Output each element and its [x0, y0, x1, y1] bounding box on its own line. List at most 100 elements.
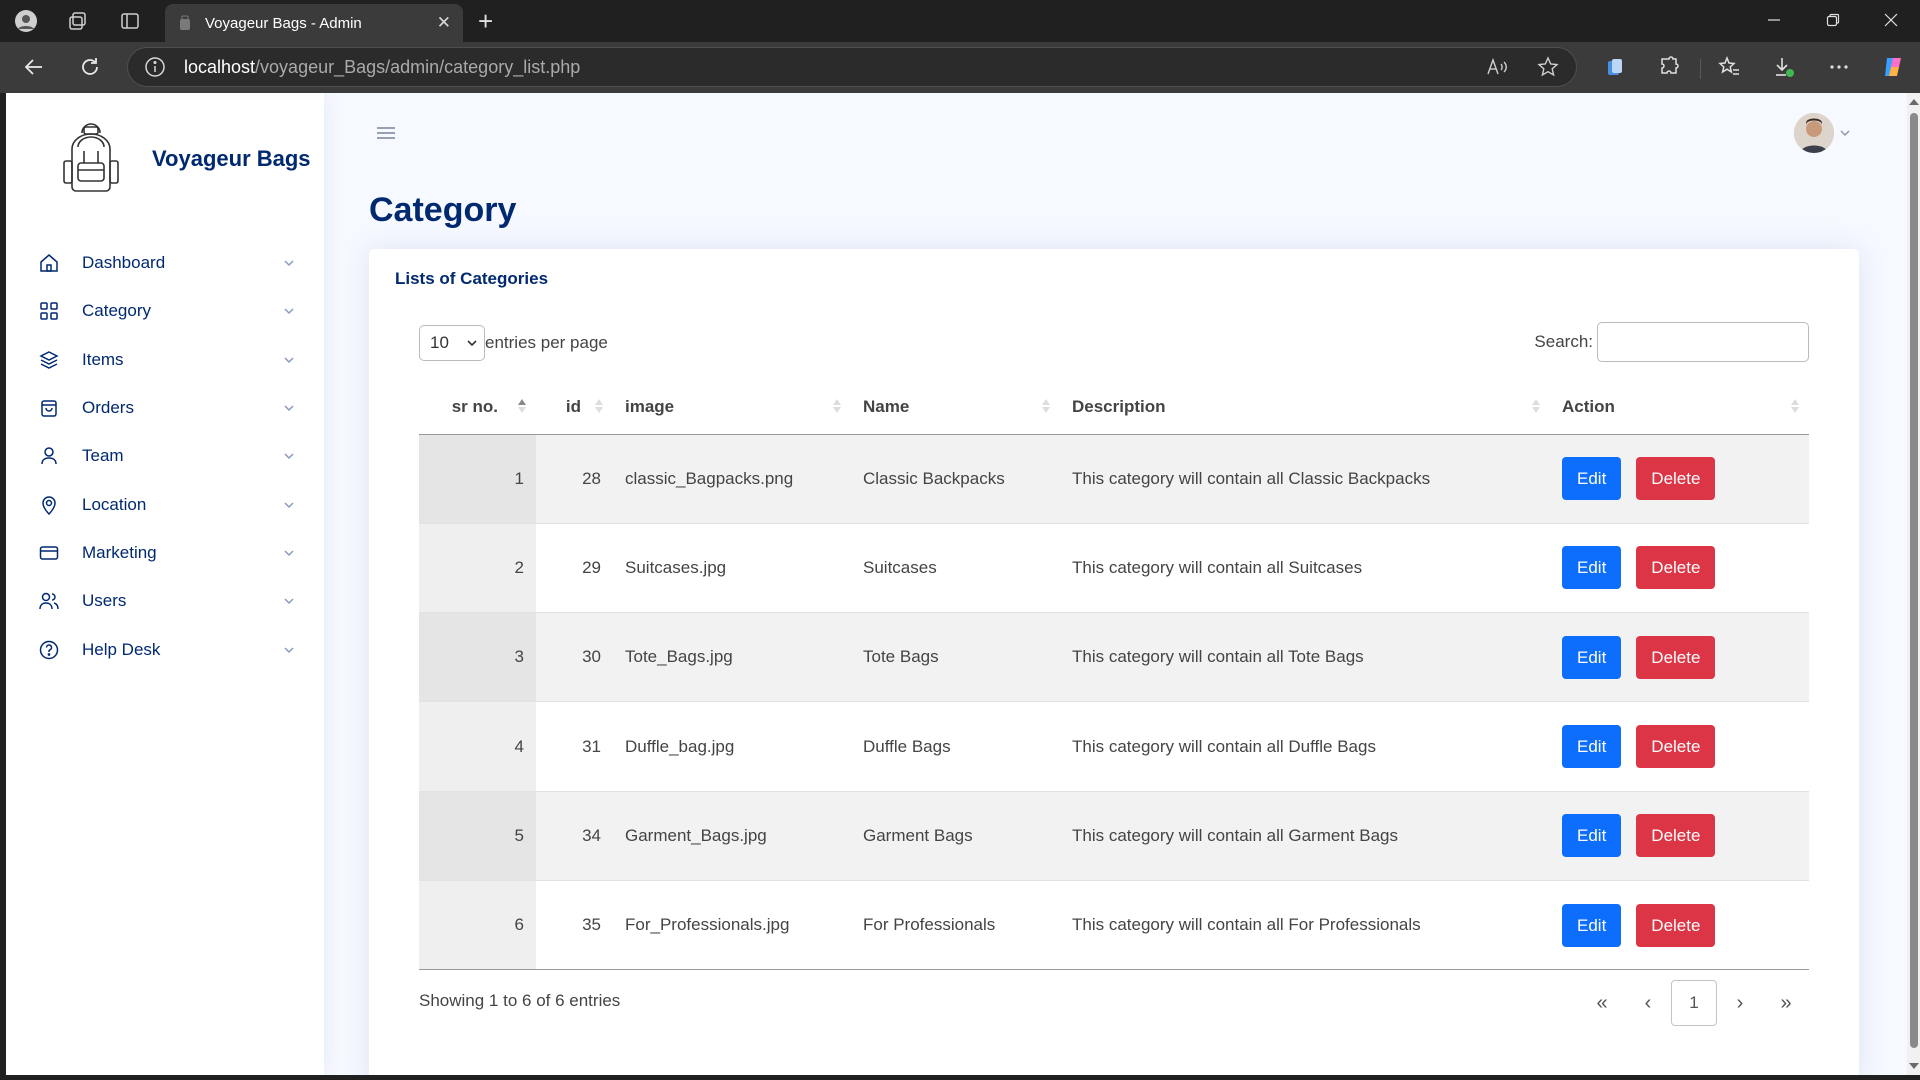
scroll-up-icon[interactable]: [1909, 99, 1919, 105]
column-header-description[interactable]: Description: [1060, 380, 1550, 435]
brand[interactable]: Voyageur Bags: [60, 123, 311, 195]
cell-description: This category will contain all Garment B…: [1060, 791, 1550, 881]
sidebar: Voyageur Bags Dashboard Category Items O…: [6, 93, 324, 1075]
sidebar-item-dashboard[interactable]: Dashboard: [28, 239, 306, 287]
cell-action: Edit Delete: [1550, 612, 1809, 703]
delete-button[interactable]: Delete: [1636, 725, 1716, 769]
house-icon: [38, 252, 60, 274]
search-input[interactable]: [1597, 322, 1809, 362]
pin-icon: [38, 494, 60, 516]
cell-description: This category will contain all Tote Bags: [1060, 612, 1550, 703]
sidebar-item-items[interactable]: Items: [28, 336, 306, 384]
cell-id: 31: [536, 701, 613, 792]
next-page-button[interactable]: ›: [1717, 980, 1763, 1026]
sidebar-item-label: Category: [82, 301, 151, 321]
favorite-star-icon[interactable]: [1536, 55, 1560, 79]
scrollbar-thumb[interactable]: [1910, 113, 1918, 1048]
chevron-down-icon: [284, 453, 294, 460]
profile-icon[interactable]: [14, 9, 38, 33]
address-bar[interactable]: localhost/voyageur_Bags/admin/category_l…: [127, 47, 1577, 87]
sidebar-item-users[interactable]: Users: [28, 577, 306, 625]
read-aloud-icon[interactable]: [1485, 55, 1509, 79]
site-info-icon[interactable]: [144, 56, 166, 78]
column-header-sr-no[interactable]: sr no.: [419, 380, 536, 435]
entries-select-value: 10: [430, 333, 449, 352]
avatar[interactable]: [1794, 113, 1834, 153]
chevron-down-icon: [284, 550, 294, 556]
layers-icon: [38, 349, 60, 371]
sidebar-item-label: Marketing: [82, 542, 157, 562]
close-window-icon[interactable]: [1881, 10, 1901, 30]
table-header-row: sr no. id image Name Description Action: [419, 380, 1809, 435]
chevron-down-icon: [284, 646, 294, 653]
delete-button[interactable]: Delete: [1636, 457, 1716, 501]
delete-button[interactable]: Delete: [1636, 546, 1716, 590]
cell-image: For_Professionals.jpg: [613, 880, 851, 971]
edit-button[interactable]: Edit: [1562, 725, 1622, 769]
edit-button[interactable]: Edit: [1562, 546, 1622, 590]
grid-icon: [38, 300, 60, 322]
column-header-id[interactable]: id: [536, 380, 613, 435]
categories-table: sr no. id image Name Description Action: [419, 380, 1809, 971]
sidebar-item-location[interactable]: Location: [28, 480, 306, 528]
more-options-icon[interactable]: [1827, 55, 1851, 79]
cell-image: Tote_Bags.jpg: [613, 612, 851, 703]
cell-image: Suitcases.jpg: [613, 523, 851, 614]
browser-tab[interactable]: Voyageur Bags - Admin ✕: [165, 4, 463, 42]
minimize-icon[interactable]: [1764, 10, 1784, 30]
edit-button[interactable]: Edit: [1562, 814, 1622, 858]
cell-id: 30: [536, 612, 613, 703]
sidebar-item-help-desk[interactable]: Help Desk: [28, 625, 306, 673]
cell-name: For Professionals: [851, 880, 1060, 971]
last-page-button[interactable]: »: [1763, 980, 1809, 1026]
sidebar-item-category[interactable]: Category: [28, 287, 306, 335]
table-row: 2 29 Suitcases.jpg Suitcases This catego…: [419, 523, 1809, 614]
profile-dropdown[interactable]: [1794, 113, 1851, 153]
chevron-down-icon: [284, 357, 294, 363]
entries-select[interactable]: 10: [419, 325, 485, 361]
page-1-button[interactable]: 1: [1671, 980, 1717, 1026]
cell-action: Edit Delete: [1550, 701, 1809, 792]
reload-icon[interactable]: [77, 54, 103, 80]
sort-icon: [833, 399, 841, 413]
favorites-icon[interactable]: [1717, 55, 1741, 79]
sort-icon: [1532, 399, 1540, 413]
column-header-action[interactable]: Action: [1550, 380, 1809, 435]
page-title: Category: [369, 191, 517, 229]
table-info: Showing 1 to 6 of 6 entries: [419, 991, 621, 1010]
edit-button[interactable]: Edit: [1562, 635, 1622, 679]
collections-icon[interactable]: [1603, 55, 1627, 79]
delete-button[interactable]: Delete: [1636, 903, 1716, 947]
tab-actions-icon[interactable]: [118, 9, 142, 33]
first-page-button[interactable]: «: [1579, 980, 1625, 1026]
sidebar-item-team[interactable]: Team: [28, 432, 306, 480]
tab-close-icon[interactable]: ✕: [437, 13, 451, 33]
chevron-down-icon: [284, 598, 294, 605]
entries-label: entries per page: [485, 333, 608, 352]
back-icon[interactable]: [21, 54, 47, 80]
column-header-image[interactable]: image: [613, 380, 851, 435]
copilot-icon[interactable]: [1881, 55, 1905, 79]
new-tab-icon[interactable]: +: [478, 8, 493, 34]
hamburger-menu-icon[interactable]: [374, 121, 398, 145]
cell-name: Tote Bags: [851, 612, 1060, 703]
restore-icon[interactable]: [1823, 10, 1843, 30]
edit-button[interactable]: Edit: [1562, 903, 1622, 947]
delete-button[interactable]: Delete: [1636, 635, 1716, 679]
cell-image: Garment_Bags.jpg: [613, 791, 851, 881]
cell-description: This category will contain all Classic B…: [1060, 434, 1550, 524]
sidebar-item-marketing[interactable]: Marketing: [28, 529, 306, 577]
scroll-down-icon[interactable]: [1909, 1063, 1919, 1069]
sort-icon: [1791, 399, 1799, 413]
cell-sr-no: 4: [419, 701, 536, 792]
edit-button[interactable]: Edit: [1562, 457, 1622, 501]
sidebar-item-orders[interactable]: Orders: [28, 384, 306, 432]
page-scrollbar[interactable]: [1907, 93, 1920, 1075]
downloads-icon[interactable]: [1772, 55, 1796, 79]
delete-button[interactable]: Delete: [1636, 814, 1716, 858]
workspaces-icon[interactable]: [66, 9, 90, 33]
prev-page-button[interactable]: ‹: [1625, 980, 1671, 1026]
extensions-icon[interactable]: [1657, 55, 1681, 79]
cell-name: Suitcases: [851, 523, 1060, 614]
column-header-name[interactable]: Name: [851, 380, 1060, 435]
